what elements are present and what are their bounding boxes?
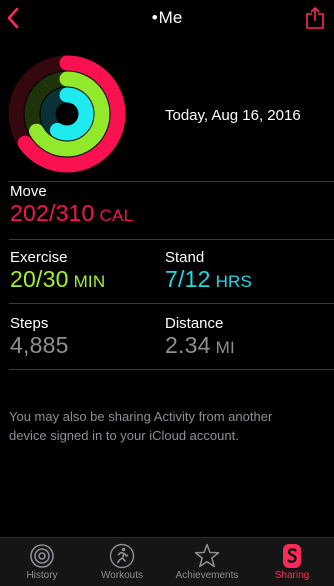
divider (9, 239, 334, 240)
tab-bar: History Workouts Achievements Sharing (0, 537, 334, 586)
nav-title: •Me (0, 8, 334, 28)
sharing-note: You may also be sharing Activity from an… (9, 409, 273, 443)
activity-rings (8, 55, 126, 173)
exercise-label: Exercise (10, 249, 68, 266)
tab-achievements[interactable]: Achievements (165, 538, 249, 586)
title-dot: • (151, 8, 158, 27)
share-icon (306, 6, 324, 29)
distance-unit: MI (215, 338, 235, 357)
distance-value-number: 2.34 (165, 332, 211, 358)
date-label: Today, Aug 16, 2016 (165, 107, 301, 124)
move-value-number: 202/310 (10, 200, 95, 226)
nav-title-text: Me (158, 8, 183, 27)
steps-label: Steps (10, 315, 49, 332)
steps-value-number: 4,885 (10, 332, 69, 358)
achievement-star-icon (194, 543, 220, 568)
exercise-value: 20/30 MIN (10, 266, 105, 293)
tab-workouts-label: Workouts (100, 570, 144, 581)
workout-runner-icon (109, 543, 135, 569)
stand-unit: HRS (215, 272, 253, 291)
move-unit: CAL (99, 206, 134, 225)
stand-value-number: 7/12 (165, 266, 211, 292)
divider (9, 181, 334, 182)
distance-value: 2.34 MI (165, 332, 235, 359)
sharing-icon (283, 544, 301, 568)
tab-history[interactable]: History (0, 538, 84, 586)
exercise-unit: MIN (73, 272, 106, 291)
tab-achievements-label: Achievements (175, 570, 239, 581)
distance-label: Distance (165, 315, 224, 332)
stand-label: Stand (165, 249, 205, 266)
divider (9, 369, 334, 370)
tab-workouts[interactable]: Workouts (80, 538, 164, 586)
tab-history-label: History (26, 570, 58, 581)
navigation-bar: •Me (0, 0, 334, 38)
exercise-value-number: 20/30 (10, 266, 69, 292)
stand-value: 7/12 HRS (165, 266, 252, 293)
move-label: Move (10, 183, 47, 200)
share-button[interactable] (304, 5, 326, 31)
move-value: 202/310 CAL (10, 200, 133, 227)
steps-value: 4,885 (10, 332, 69, 359)
history-rings-icon (30, 544, 54, 568)
divider (9, 303, 334, 304)
tab-sharing[interactable]: Sharing (250, 538, 334, 586)
tab-sharing-label: Sharing (274, 570, 310, 581)
